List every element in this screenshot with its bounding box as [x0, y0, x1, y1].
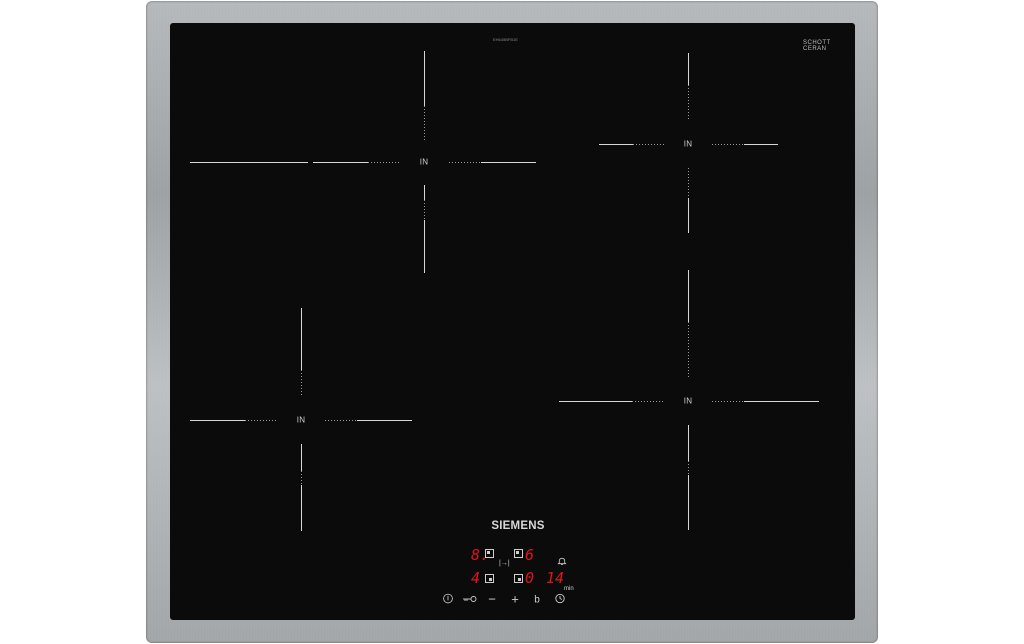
zone-marker-line [424, 51, 425, 106]
zone-marker-dotted [245, 420, 277, 421]
zone-marker-line [688, 425, 689, 461]
zone-bottom-left-select-icon[interactable] [485, 574, 494, 583]
boost-button[interactable]: b [534, 595, 540, 606]
zone-marker-line [688, 53, 689, 85]
zone-marker-line [190, 420, 245, 421]
zone-marker-dotted [688, 461, 689, 475]
induction-label: IN [419, 157, 429, 167]
zone-marker-line [357, 420, 412, 421]
zone-marker-line [313, 162, 368, 163]
zone-marker-line [688, 475, 689, 530]
schott-ceran-logo: SCHOTT CERAN [803, 40, 831, 52]
zone-marker-dotted [688, 85, 689, 120]
zone-marker-line [424, 220, 425, 273]
zone-marker-line [190, 162, 308, 163]
zone-marker-line [599, 144, 633, 145]
key-icon[interactable] [463, 594, 477, 606]
zone-top-right-select-icon[interactable] [514, 549, 523, 558]
zone-marker-line [744, 401, 819, 402]
zone-top-left-select-icon[interactable] [485, 549, 494, 558]
zone-marker-dotted [712, 401, 744, 402]
brand-logo: SIEMENS [491, 520, 545, 532]
clock-icon[interactable] [555, 593, 565, 607]
zone-marker-dotted [632, 401, 664, 402]
zone-marker-dotted [688, 322, 689, 377]
zone-marker-line [744, 144, 778, 145]
zone-marker-line [559, 401, 632, 402]
zone-top-right-display: 6 [525, 546, 535, 564]
model-code: EH645BFB1E [493, 37, 518, 42]
timer-display: 14 [546, 569, 565, 587]
zone-marker-dotted [301, 370, 302, 396]
zone-bottom-right-select-icon[interactable] [514, 574, 523, 583]
zone-marker-line [301, 444, 302, 471]
induction-label: IN [296, 415, 306, 425]
zone-marker-line [301, 485, 302, 531]
zone-marker-line [301, 308, 302, 370]
induction-label: IN [683, 396, 693, 406]
zone-link-icon[interactable]: |→| [499, 560, 510, 567]
plus-button[interactable]: + [511, 592, 519, 607]
bell-icon[interactable] [557, 557, 567, 568]
zone-marker-line [688, 198, 689, 233]
zone-marker-line [424, 185, 425, 200]
power-icon[interactable] [443, 593, 454, 607]
zone-marker-dotted [301, 471, 302, 485]
zone-marker-dotted [688, 168, 689, 198]
minus-button[interactable]: − [488, 592, 496, 607]
zone-marker-line [688, 270, 689, 322]
zone-bottom-left-display: 4 [471, 569, 481, 587]
zone-marker-line [481, 162, 536, 163]
zone-marker-dotted [325, 420, 357, 421]
zone-marker-dotted [712, 144, 744, 145]
zone-marker-dotted [633, 144, 665, 145]
zone-bottom-right-display: 0 [525, 569, 535, 587]
zone-marker-dotted [368, 162, 400, 163]
timer-unit: min [564, 586, 574, 592]
induction-label: IN [683, 139, 693, 149]
zone-marker-dotted [424, 200, 425, 220]
zone-marker-dotted [424, 106, 425, 140]
zone-marker-dotted [449, 162, 481, 163]
